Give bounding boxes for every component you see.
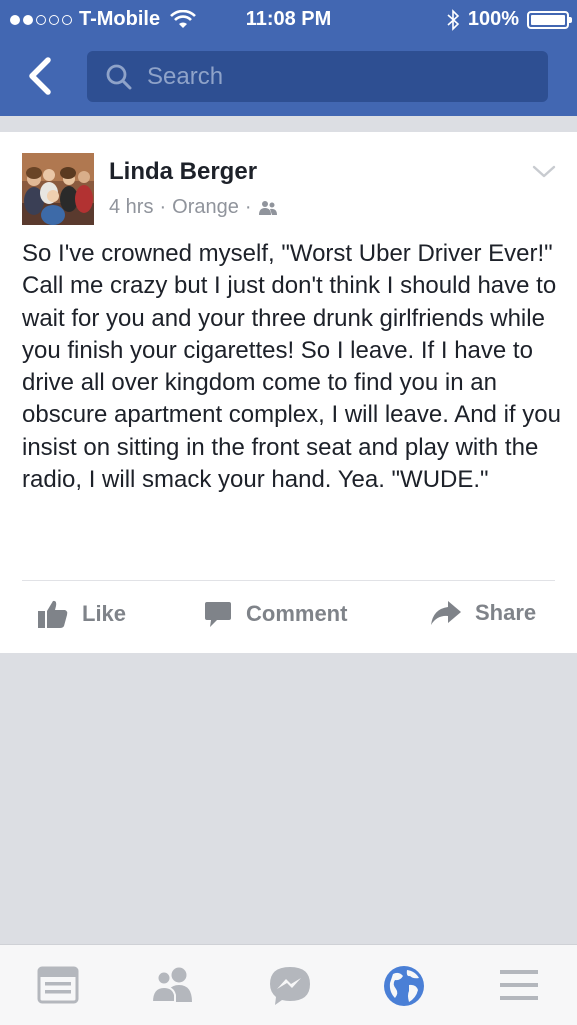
comment-label: Comment [246,601,348,626]
share-arrow-icon [431,601,461,625]
meta-separator: · [159,196,167,218]
meta-separator: · [244,196,252,218]
post-card: Linda Berger 4 hrs · Orange · So I've cr… [0,132,577,653]
messenger-icon[interactable] [268,965,312,1007]
friends-icon[interactable] [150,965,198,1005]
friends-audience-icon[interactable] [258,200,278,216]
like-label: Like [82,601,127,626]
news-feed-icon[interactable] [37,965,79,1005]
post-location[interactable]: Orange [172,196,239,219]
post-actions: Like Comment Share [0,581,577,651]
share-label: Share [475,600,537,625]
globe-notifications-icon[interactable] [383,965,425,1007]
top-bar: T-Mobile 11:08 PM 100% [0,0,577,116]
search-bar[interactable] [87,51,548,102]
avatar[interactable] [22,153,94,225]
search-icon [106,64,132,89]
post-text: So I've crowned myself, "Worst Uber Driv… [22,240,561,494]
battery-icon [527,10,572,29]
chevron-down-icon[interactable] [531,164,557,180]
bottom-nav [0,944,577,1025]
comment-icon [205,602,231,627]
battery-percent: 100% [467,8,519,30]
author-name[interactable]: Linda Berger [109,158,257,186]
avatar-photo [22,153,94,225]
comment-button[interactable]: Comment [203,599,347,629]
post-meta: 4 hrs · Orange · [109,196,278,219]
status-bar: T-Mobile 11:08 PM 100% [0,0,577,38]
bluetooth-icon [447,8,460,31]
back-chevron-icon[interactable] [22,56,58,96]
thumbs-up-icon [38,600,68,628]
like-button[interactable]: Like [37,599,126,629]
share-button[interactable]: Share [430,599,536,627]
post-time[interactable]: 4 hrs [109,196,153,219]
menu-icon[interactable] [499,965,539,1005]
search-input[interactable] [145,61,509,92]
